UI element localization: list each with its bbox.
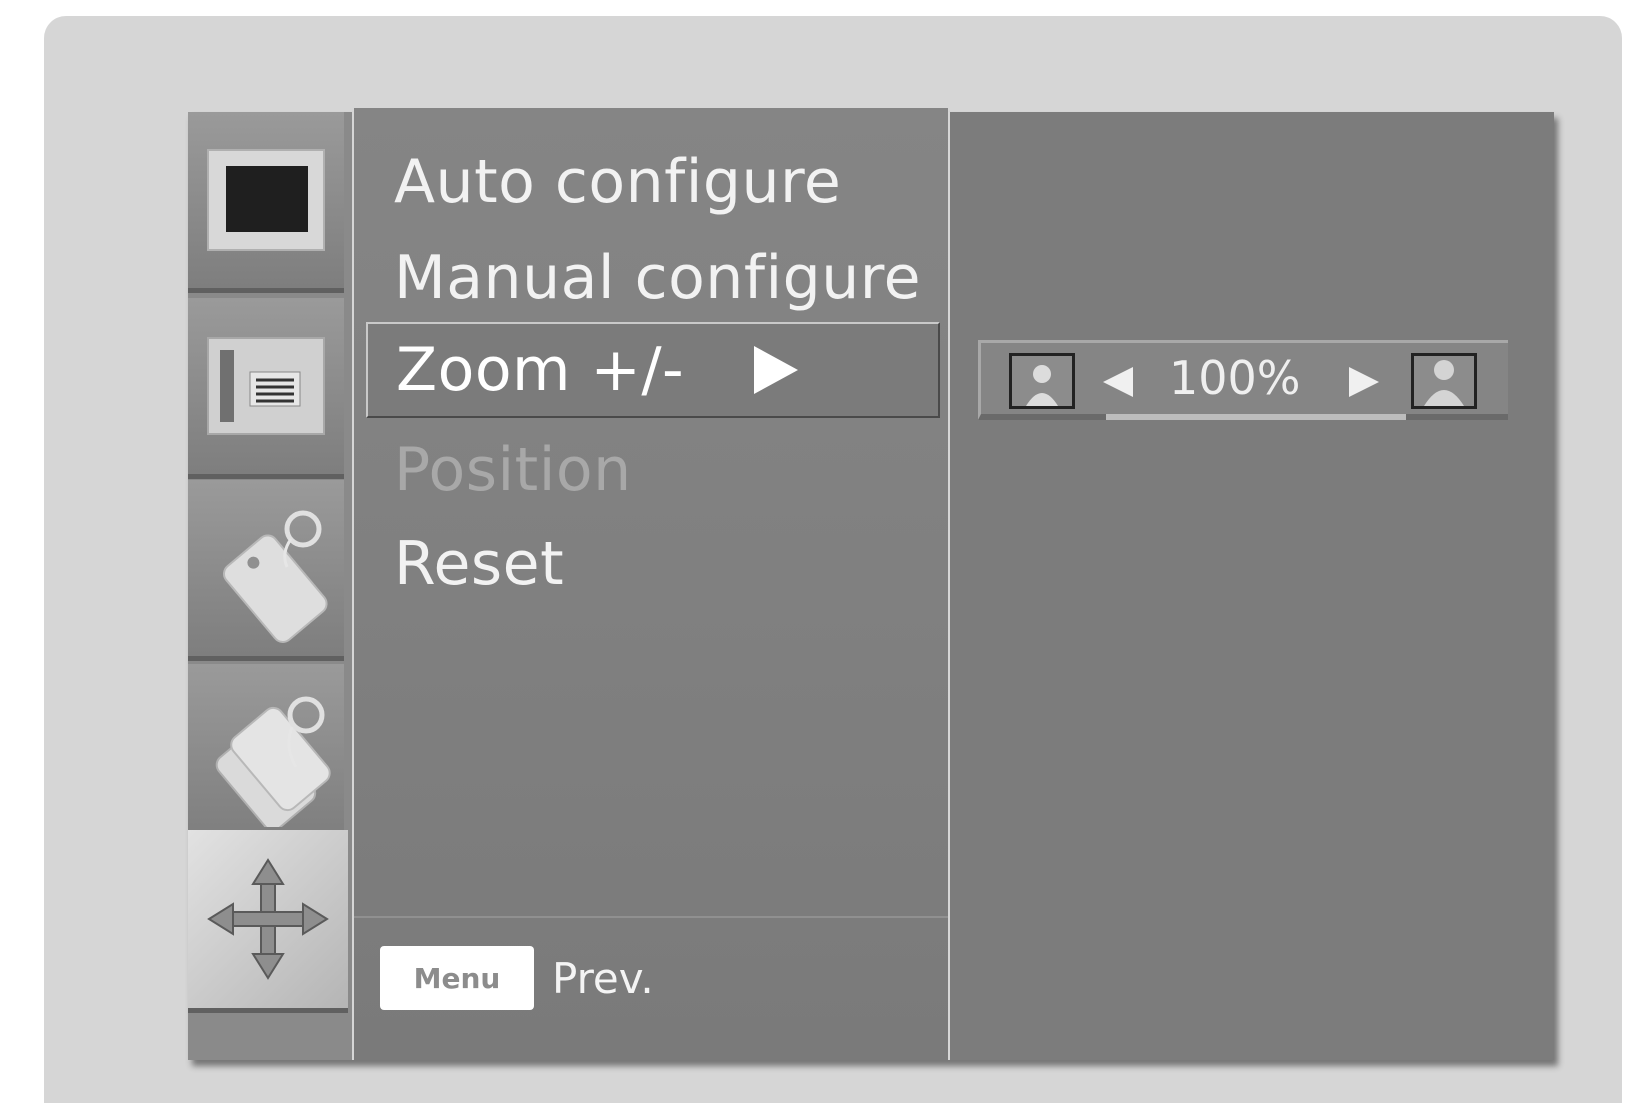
menu-item-manual-configure[interactable]: Manual configure (394, 248, 921, 308)
menu-item-zoom[interactable]: Zoom +/- (366, 322, 940, 418)
zoom-progress-bar (1106, 414, 1406, 420)
sidebar-tab-tags[interactable] (188, 664, 344, 845)
zoom-out-person-icon (1009, 353, 1075, 409)
zoom-control[interactable]: 100% (978, 340, 1508, 420)
submenu-arrow-icon (754, 346, 798, 394)
menu-item-position: Position (394, 435, 632, 505)
picture-icon (207, 149, 325, 251)
monitor-frame: Auto configure Manual configure Zoom +/-… (44, 16, 1622, 1103)
menu-item-reset[interactable]: Reset (394, 534, 564, 594)
sidebar-tab-picture[interactable] (188, 112, 344, 293)
menu-footer: Menu Prev. (354, 916, 948, 1062)
prev-label: Prev. (552, 954, 654, 1003)
tag-icon (222, 510, 328, 643)
menu-item-auto-configure[interactable]: Auto configure (394, 152, 841, 212)
sidebar-icon-column (188, 112, 352, 1060)
zoom-in-person-icon (1411, 353, 1477, 409)
move-arrows-icon (207, 858, 329, 980)
sidebar-tab-tag[interactable] (188, 480, 344, 661)
menu-key-button[interactable]: Menu (380, 946, 534, 1010)
sidebar-tab-screen[interactable] (188, 298, 344, 479)
zoom-increase-arrow-icon[interactable] (1349, 367, 1379, 397)
menu-item-zoom-label: Zoom +/- (396, 335, 685, 405)
menu-panel: Auto configure Manual configure Zoom +/-… (354, 108, 948, 1060)
zoom-value: 100% (1169, 351, 1301, 405)
settings-panel: 100% (950, 112, 1554, 1060)
osd-menu: Auto configure Manual configure Zoom +/-… (188, 108, 1554, 1060)
screen-icon (207, 337, 325, 435)
tags-icon (215, 696, 331, 827)
zoom-decrease-arrow-icon[interactable] (1103, 367, 1133, 397)
sidebar-tab-move[interactable] (188, 830, 348, 1013)
